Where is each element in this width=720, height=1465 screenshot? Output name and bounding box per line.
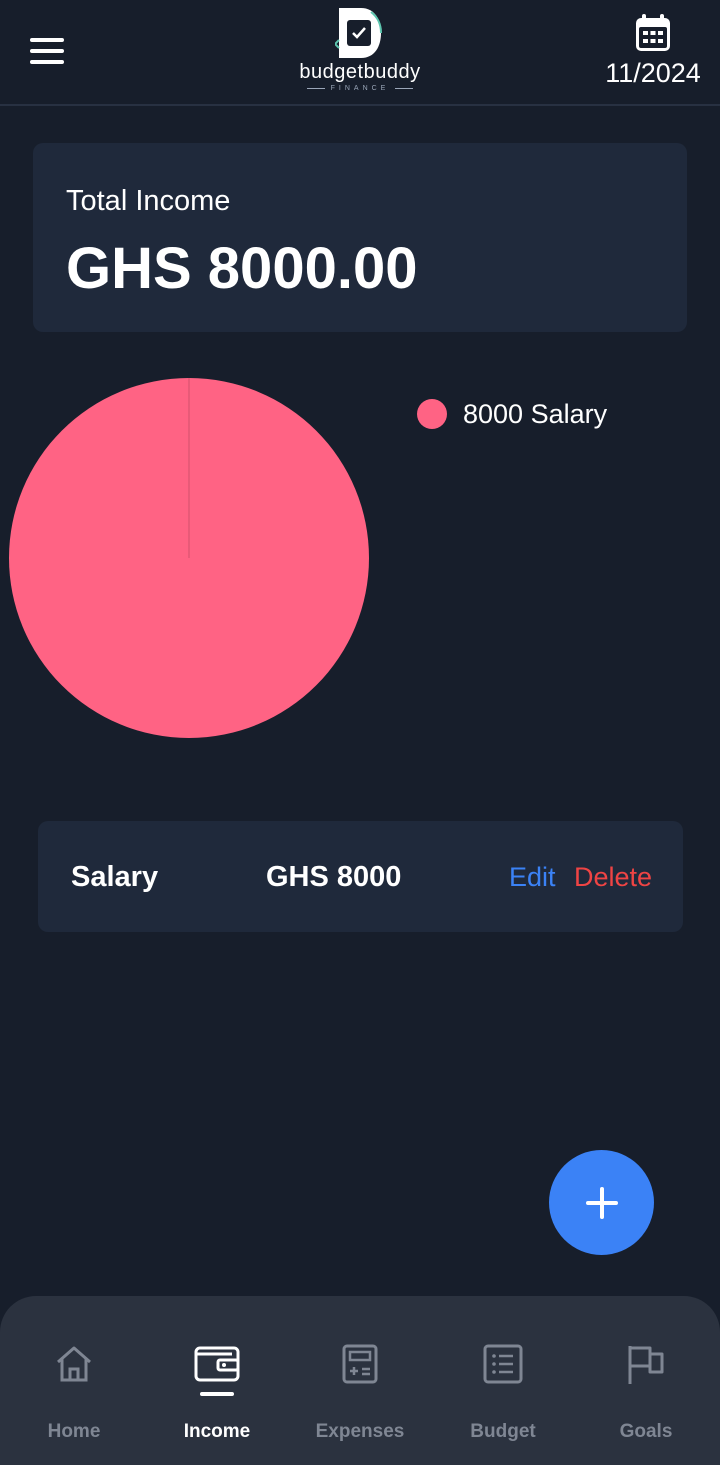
income-item-name: Salary (71, 861, 159, 893)
wallet-icon (194, 1346, 240, 1382)
selected-month: 11/2024 (605, 58, 701, 88)
nav-item-home[interactable]: Home (2, 1296, 146, 1465)
brand-subtitle: FINANCE (280, 84, 440, 93)
nav-item-budget[interactable]: Budget (431, 1296, 575, 1465)
edit-button[interactable]: Edit (509, 862, 556, 893)
hamburger-menu-icon[interactable] (30, 38, 70, 68)
total-income-card: Total Income GHS 8000.00 (33, 143, 687, 332)
calendar-icon (636, 14, 670, 51)
nav-label-home: Home (47, 1421, 101, 1442)
brand-logo: budgetbuddy FINANCE (280, 6, 440, 100)
app-header: budgetbuddy FINANCE 11/2024 (0, 0, 720, 106)
income-item-amount: GHS 8000 (266, 861, 402, 893)
calculator-icon (342, 1344, 378, 1384)
list-icon (483, 1344, 523, 1384)
flag-icon (628, 1346, 664, 1384)
nav-label-income: Income (183, 1421, 251, 1442)
bottom-navigation: Home Income Expenses Budget Goals (0, 1296, 720, 1465)
legend-label: 8000 Salary (463, 399, 608, 429)
income-pie-chart: 8000 Salary (9, 378, 608, 738)
brand-name: budgetbuddy (299, 61, 421, 83)
logo-mark-icon (335, 8, 382, 58)
nav-label-goals: Goals (619, 1421, 673, 1442)
nav-item-goals[interactable]: Goals (574, 1296, 718, 1465)
delete-button[interactable]: Delete (574, 862, 652, 893)
nav-item-income[interactable]: Income (145, 1296, 289, 1465)
plus-icon (585, 1186, 618, 1219)
active-tab-indicator (200, 1392, 234, 1396)
nav-label-budget: Budget (470, 1421, 536, 1442)
total-income-value: GHS 8000.00 (66, 236, 418, 301)
month-picker[interactable]: 11/2024 (598, 14, 708, 94)
total-income-label: Total Income (66, 185, 231, 217)
nav-label-expenses: Expenses (315, 1421, 405, 1442)
home-icon (57, 1346, 91, 1382)
legend-marker (417, 399, 447, 429)
nav-item-expenses[interactable]: Expenses (288, 1296, 432, 1465)
add-income-button[interactable] (549, 1150, 654, 1255)
income-list-item: Salary GHS 8000 Edit Delete (38, 821, 683, 932)
